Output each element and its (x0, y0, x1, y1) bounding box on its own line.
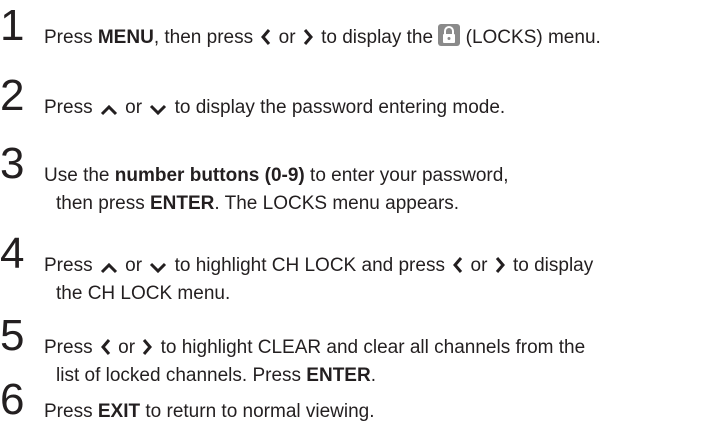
step-text-part: or (119, 255, 148, 276)
step-text-part: (LOCKS) menu. (460, 27, 601, 48)
step-text-part: or (465, 255, 493, 276)
chevron-left-icon (100, 338, 111, 356)
step-number: 3 (0, 139, 25, 188)
step-text-part: or (119, 97, 148, 118)
step-text: Use the number buttons (0-9) to enter yo… (44, 162, 509, 190)
step-number: 6 (0, 375, 25, 424)
step-text: Press or to display the password enterin… (44, 94, 505, 122)
step-text-part: then press (56, 193, 150, 214)
padlock-icon (438, 24, 461, 46)
step-number: 2 (0, 71, 25, 120)
menu-button-label: MENU (97, 27, 154, 48)
chevron-down-icon (149, 262, 167, 274)
enter-button-label: ENTER (150, 193, 215, 214)
step-number: 1 (0, 1, 25, 50)
step-text-part: or (112, 337, 141, 358)
step-text-part: Press (44, 401, 98, 422)
step-text: list of locked channels. Press ENTER. (56, 362, 376, 390)
step-text-part: to display (507, 255, 594, 276)
step-text-part: or (273, 27, 301, 48)
step-text-part: Press (44, 27, 98, 48)
step-text-part: to return to normal viewing. (140, 401, 375, 422)
chevron-right-icon (303, 28, 314, 46)
step-text: Press EXIT to return to normal viewing. (44, 398, 375, 426)
step-text: then press ENTER. The LOCKS menu appears… (56, 190, 459, 218)
step-text-part: to display the (315, 27, 439, 48)
chevron-down-icon (149, 104, 167, 116)
chevron-left-icon (452, 256, 463, 274)
step-text-part: . The LOCKS menu appears. (214, 193, 460, 214)
chevron-right-icon (142, 338, 153, 356)
number-buttons-label: number buttons (0-9) (114, 165, 305, 186)
step-text-part: to highlight CLEAR and clear all channel… (155, 337, 586, 358)
instruction-steps: 1 Press MENU, then press or to display t… (0, 0, 702, 432)
step-text-part: , then press (153, 27, 259, 48)
step-text-part: . (370, 365, 376, 386)
step-number: 4 (0, 229, 25, 278)
step-number: 5 (0, 311, 25, 360)
step-text-part: Press (44, 255, 98, 276)
exit-button-label: EXIT (97, 401, 141, 422)
step-text: the CH LOCK menu. (56, 280, 230, 308)
step-text-part: to enter your password, (304, 165, 509, 186)
step-text: Press MENU, then press or to display the… (44, 24, 601, 52)
chevron-up-icon (100, 104, 118, 116)
step-text-part: Press (44, 97, 98, 118)
step-text: Press or to highlight CLEAR and clear al… (44, 334, 585, 362)
step-text-part: the CH LOCK menu. (56, 283, 231, 304)
step-text-part: to highlight CH LOCK and press (169, 255, 451, 276)
chevron-up-icon (100, 262, 118, 274)
step-text-part: list of locked channels. Press (56, 365, 307, 386)
step-text: Press or to highlight CH LOCK and press … (44, 252, 593, 280)
enter-button-label: ENTER (306, 365, 371, 386)
chevron-right-icon (495, 256, 506, 274)
step-text-part: Press (44, 337, 98, 358)
chevron-left-icon (260, 28, 271, 46)
step-text-part: Use the (44, 165, 115, 186)
step-text-part: to display the password entering mode. (169, 97, 506, 118)
